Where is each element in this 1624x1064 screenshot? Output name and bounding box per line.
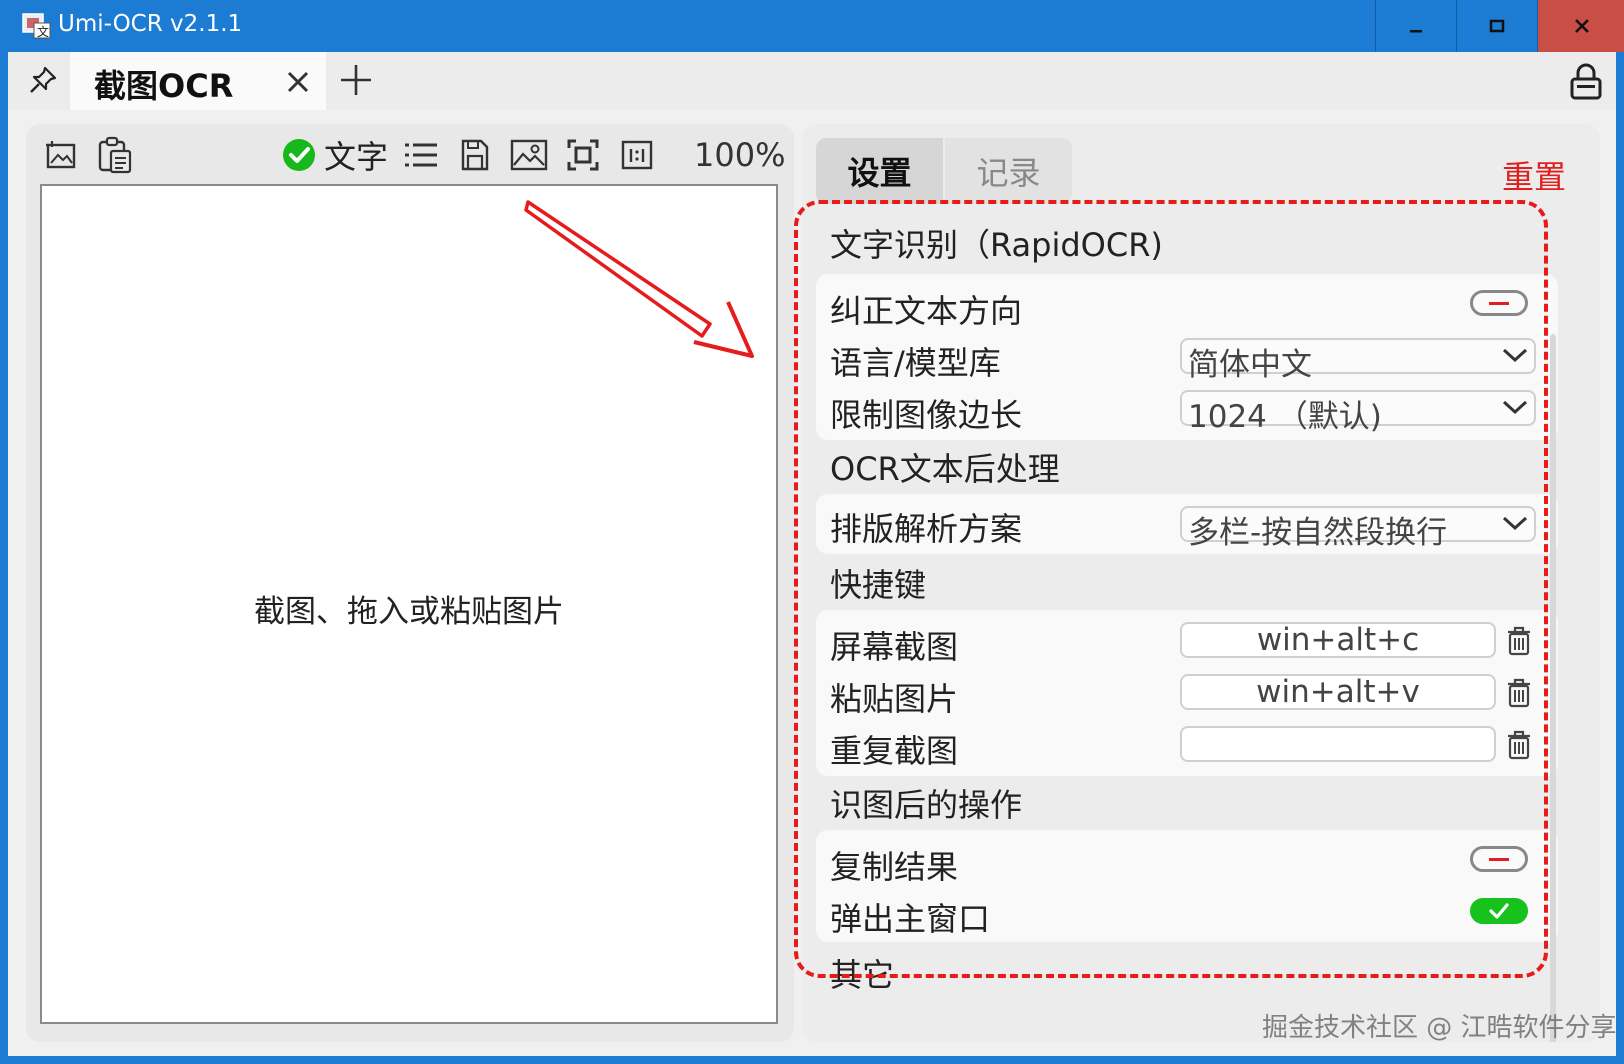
minimize-icon [1410, 30, 1422, 33]
group-card-after: 复制结果 弹出主窗口 [816, 830, 1558, 942]
window-title: Umi-OCR v2.1.1 [58, 11, 243, 37]
correct-direction-label: 纠正文本方向 [830, 292, 1023, 330]
window-bottom-border [0, 1056, 1624, 1064]
paste-button[interactable] [94, 134, 136, 176]
settings-scrollbar[interactable] [1550, 334, 1556, 1042]
hotkey-screenshot-input[interactable]: win+alt+c [1180, 622, 1496, 658]
hotkey-screenshot-label: 屏幕截图 [830, 628, 959, 666]
maximize-icon [1489, 19, 1505, 33]
group-card-hotkeys: 屏幕截图 win+alt+c 粘贴图片 win+alt+v 重复截图 [816, 610, 1558, 776]
tab-bar: 截图OCR [8, 52, 1616, 110]
show-image-button[interactable] [508, 134, 550, 176]
actual-size-icon [621, 140, 653, 170]
svg-text:文: 文 [37, 24, 49, 39]
lock-icon [1570, 63, 1602, 100]
title-bar[interactable]: 文 Umi-OCR v2.1.1 [0, 0, 1624, 52]
text-list-button[interactable] [400, 134, 442, 176]
close-window-button[interactable] [1537, 0, 1624, 52]
hotkey-paste-delete-button[interactable] [1504, 676, 1534, 710]
group-title-ocr: 文字识别（RapidOCR) [830, 226, 1163, 264]
text-overlay-toggle[interactable]: 文字 [282, 134, 388, 176]
hotkey-screenshot-value: win+alt+c [1256, 622, 1420, 658]
hotkey-repeat-label: 重复截图 [830, 732, 959, 770]
settings-panel: 设置 记录 重置 文字识别（RapidOCR) 纠正文本方向 语言/模型库 简体… [802, 124, 1600, 1042]
check-icon [1489, 903, 1509, 919]
limit-side-value: 1024 （默认) [1188, 399, 1382, 435]
image-icon [510, 139, 548, 171]
reset-button[interactable]: 重置 [1502, 152, 1566, 198]
tab-close-button[interactable] [280, 64, 316, 100]
correct-direction-toggle[interactable] [1470, 290, 1528, 316]
save-button[interactable] [454, 134, 496, 176]
add-tab-button[interactable] [336, 60, 376, 100]
drop-hint-text: 截图、拖入或粘贴图片 [254, 594, 564, 630]
pin-button[interactable] [18, 52, 68, 108]
text-toggle-label: 文字 [324, 138, 389, 176]
language-select[interactable]: 简体中文 [1180, 338, 1536, 383]
copy-result-toggle[interactable] [1470, 846, 1528, 872]
minimize-button[interactable] [1375, 0, 1456, 52]
limit-side-label: 限制图像边长 [830, 396, 1023, 434]
annotation-arrow-icon [524, 200, 754, 358]
zoom-level[interactable]: 100% [694, 136, 785, 174]
chevron-down-icon [1502, 516, 1528, 531]
settings-tabs: 设置 记录 [816, 138, 1072, 204]
lock-button[interactable] [1564, 60, 1608, 104]
watermark-text: 掘金技术社区 @ 江晧软件分享 [1262, 1013, 1617, 1043]
toggle-off-mark [1489, 301, 1509, 305]
hotkey-repeat-delete-button[interactable] [1504, 728, 1534, 762]
close-icon [287, 71, 309, 93]
chevron-down-icon [1502, 348, 1528, 363]
hotkey-paste-value: win+alt+v [1256, 674, 1420, 710]
popup-main-toggle[interactable] [1470, 898, 1528, 924]
screenshot-icon [46, 141, 76, 169]
copy-result-label: 复制结果 [830, 848, 959, 886]
fit-window-button[interactable] [562, 134, 604, 176]
paste-icon [98, 136, 132, 174]
chevron-down-icon [1502, 400, 1528, 415]
actual-size-button[interactable] [616, 134, 658, 176]
app-logo-icon: 文 [22, 13, 51, 39]
trash-icon [1508, 730, 1530, 760]
trash-icon [1508, 678, 1530, 708]
layout-value: 多栏-按自然段换行 [1188, 515, 1448, 551]
trash-icon [1508, 626, 1530, 656]
tab-label: 截图OCR [94, 67, 234, 105]
group-card-post: 排版解析方案 多栏-按自然段换行 [816, 494, 1558, 554]
check-circle-icon [283, 139, 315, 171]
save-icon [461, 139, 489, 171]
fit-screen-icon [567, 139, 599, 171]
group-title-after: 识图后的操作 [830, 786, 1023, 824]
layout-label: 排版解析方案 [830, 510, 1023, 548]
hotkey-repeat-input[interactable] [1180, 726, 1496, 762]
tab-records[interactable]: 记录 [945, 138, 1072, 204]
group-title-hotkeys: 快捷键 [830, 566, 927, 604]
tab-settings[interactable]: 设置 [816, 138, 943, 204]
pin-icon [30, 66, 57, 93]
limit-side-select[interactable]: 1024 （默认) [1180, 390, 1536, 435]
window-client: 截图OCR 文字 100% 截图、拖入或粘贴图片 设置 记录 重置 文字识别（R… [8, 52, 1616, 1056]
screenshot-button[interactable] [40, 134, 82, 176]
settings-list[interactable]: 文字识别（RapidOCR) 纠正文本方向 语言/模型库 简体中文 限制图像边长… [816, 214, 1558, 1042]
list-icon [405, 143, 437, 167]
language-label: 语言/模型库 [830, 344, 1001, 382]
group-card-ocr: 纠正文本方向 语言/模型库 简体中文 限制图像边长 1024 （默认) [816, 274, 1558, 440]
hotkey-paste-label: 粘贴图片 [830, 680, 959, 718]
tab-screenshot-ocr[interactable]: 截图OCR [70, 52, 326, 110]
group-title-other: 其它 [830, 956, 895, 994]
plus-icon [341, 65, 371, 95]
language-value: 简体中文 [1188, 347, 1312, 383]
hotkey-paste-input[interactable]: win+alt+v [1180, 674, 1496, 710]
layout-select[interactable]: 多栏-按自然段换行 [1180, 506, 1536, 551]
hotkey-screenshot-delete-button[interactable] [1504, 624, 1534, 658]
close-icon [1574, 19, 1589, 33]
popup-main-label: 弹出主窗口 [830, 900, 991, 938]
group-title-post: OCR文本后处理 [830, 450, 1060, 488]
toggle-off-mark [1489, 857, 1509, 861]
maximize-button[interactable] [1456, 0, 1537, 52]
